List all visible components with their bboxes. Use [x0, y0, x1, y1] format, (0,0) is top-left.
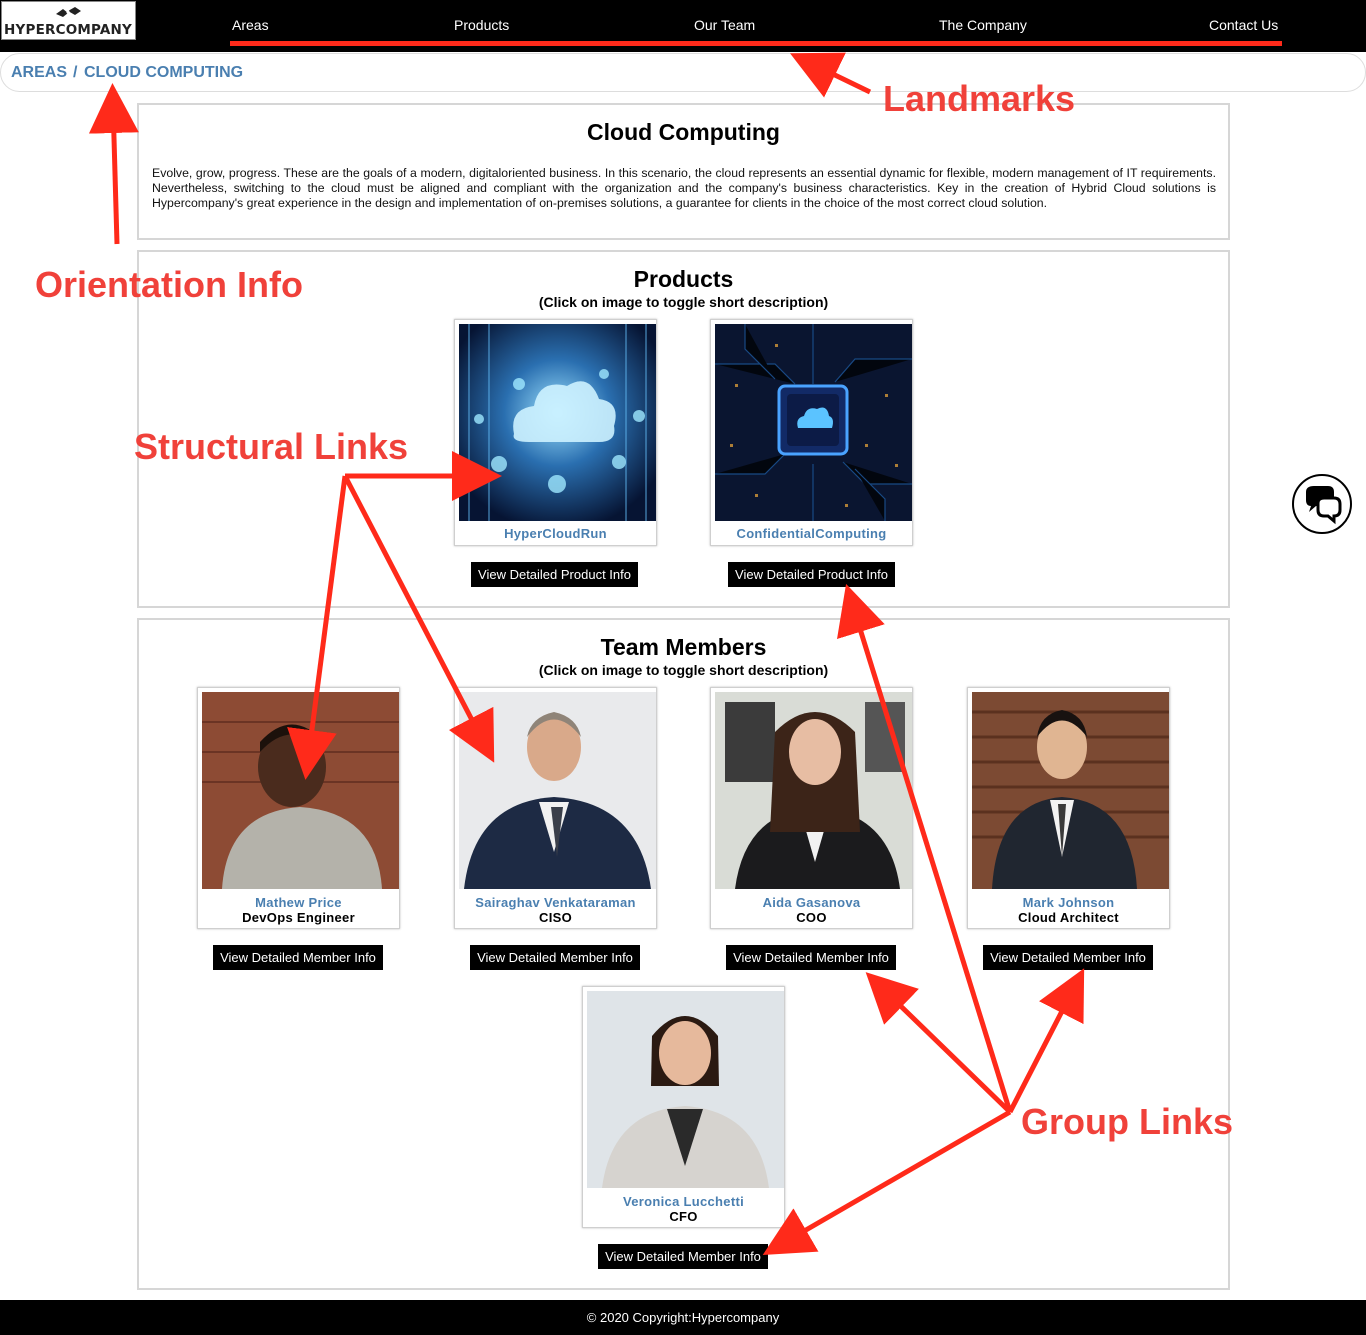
- view-member-info-button[interactable]: View Detailed Member Info: [726, 945, 896, 970]
- chat-bubbles-icon: [1306, 486, 1342, 525]
- breadcrumb-separator: /: [73, 64, 78, 81]
- product-image-confidentialcomputing[interactable]: [715, 324, 912, 521]
- member-role-mathew-price: DevOps Engineer: [242, 910, 355, 925]
- annotation-orientation-info: Orientation Info: [35, 264, 303, 305]
- member-photo-mark-johnson[interactable]: [972, 692, 1169, 889]
- breadcrumb-current[interactable]: CLOUD COMPUTING: [84, 64, 243, 82]
- team-subtitle: (Click on image to toggle short descript…: [538, 662, 829, 678]
- member-card: Aida Gasanova COO: [710, 687, 913, 929]
- view-member-info-button[interactable]: View Detailed Member Info: [470, 945, 640, 970]
- top-navbar: HYPERCOMPANY Areas Products Our Team The…: [0, 0, 1366, 52]
- intro-text: Evolve, grow, progress. These are the go…: [152, 166, 1216, 210]
- member-card: Mathew Price DevOps Engineer: [197, 687, 400, 929]
- product-image-hypercloudrun[interactable]: [459, 324, 656, 521]
- view-member-info-button[interactable]: View Detailed Member Info: [598, 1244, 768, 1269]
- person-photo-icon: [587, 991, 784, 1188]
- product-name-hypercloudrun[interactable]: HyperCloudRun: [455, 526, 656, 541]
- member-photo-veronica-lucchetti[interactable]: [587, 991, 784, 1188]
- member-name-mark-johnson[interactable]: Mark Johnson: [968, 895, 1169, 910]
- nav-item-contact-us[interactable]: Contact Us: [1209, 17, 1278, 33]
- footer: © 2020 Copyright:Hypercompany: [0, 1300, 1366, 1335]
- landmarks-highlight: [230, 41, 1282, 46]
- member-card: Sairaghav Venkataraman CISO: [454, 687, 657, 929]
- company-logo[interactable]: HYPERCOMPANY: [1, 1, 136, 40]
- member-photo-mathew-price[interactable]: [202, 692, 399, 889]
- nav-item-our-team[interactable]: Our Team: [694, 17, 755, 33]
- member-card: Veronica Lucchetti CFO: [582, 986, 785, 1228]
- breadcrumb-root[interactable]: AREAS: [11, 64, 67, 82]
- member-role-sairaghav-venkataraman: CISO: [539, 910, 572, 925]
- product-name-confidentialcomputing[interactable]: ConfidentialComputing: [711, 526, 912, 541]
- cloud-server-image-icon: [459, 324, 656, 521]
- member-role-veronica-lucchetti: CFO: [669, 1209, 698, 1224]
- member-card: Mark Johnson Cloud Architect: [967, 687, 1170, 929]
- annotation-structural-links: Structural Links: [134, 426, 409, 467]
- person-photo-icon: [715, 692, 912, 889]
- chat-button[interactable]: [1292, 474, 1352, 534]
- view-member-info-button[interactable]: View Detailed Member Info: [213, 945, 383, 970]
- breadcrumb: AREAS / CLOUD COMPUTING: [0, 53, 1366, 92]
- product-card: HyperCloudRun: [454, 319, 657, 546]
- member-photo-sairaghav-venkataraman[interactable]: [459, 692, 656, 889]
- view-member-info-button[interactable]: View Detailed Member Info: [983, 945, 1153, 970]
- footer-copyright: © 2020 Copyright:Hypercompany: [586, 1310, 780, 1325]
- view-product-info-button[interactable]: View Detailed Product Info: [471, 562, 638, 587]
- nav-item-products[interactable]: Products: [454, 17, 509, 33]
- annotation-landmarks: Landmarks: [883, 78, 1076, 119]
- product-card: ConfidentialComputing: [710, 319, 913, 546]
- member-photo-aida-gasanova[interactable]: [715, 692, 912, 889]
- member-name-mathew-price[interactable]: Mathew Price: [198, 895, 399, 910]
- intro-section: Cloud Computing Evolve, grow, progress. …: [137, 103, 1230, 240]
- person-photo-icon: [459, 692, 656, 889]
- member-role-aida-gasanova: COO: [796, 910, 827, 925]
- view-product-info-button[interactable]: View Detailed Product Info: [728, 562, 895, 587]
- person-photo-icon: [972, 692, 1169, 889]
- page-title: Cloud Computing: [587, 119, 780, 145]
- member-name-veronica-lucchetti[interactable]: Veronica Lucchetti: [583, 1194, 784, 1209]
- nav-item-the-company[interactable]: The Company: [939, 17, 1027, 33]
- cloud-chip-image-icon: [715, 324, 912, 521]
- person-photo-icon: [202, 692, 399, 889]
- team-title: Team Members: [600, 634, 767, 660]
- logo-mark-icon: [56, 7, 81, 17]
- annotation-group-links: Group Links: [1021, 1101, 1234, 1142]
- member-name-aida-gasanova[interactable]: Aida Gasanova: [711, 895, 912, 910]
- member-name-sairaghav-venkataraman[interactable]: Sairaghav Venkataraman: [455, 895, 656, 910]
- member-role-mark-johnson: Cloud Architect: [1018, 910, 1119, 925]
- logo-text: HYPERCOMPANY: [4, 22, 132, 38]
- nav-item-areas[interactable]: Areas: [232, 17, 269, 33]
